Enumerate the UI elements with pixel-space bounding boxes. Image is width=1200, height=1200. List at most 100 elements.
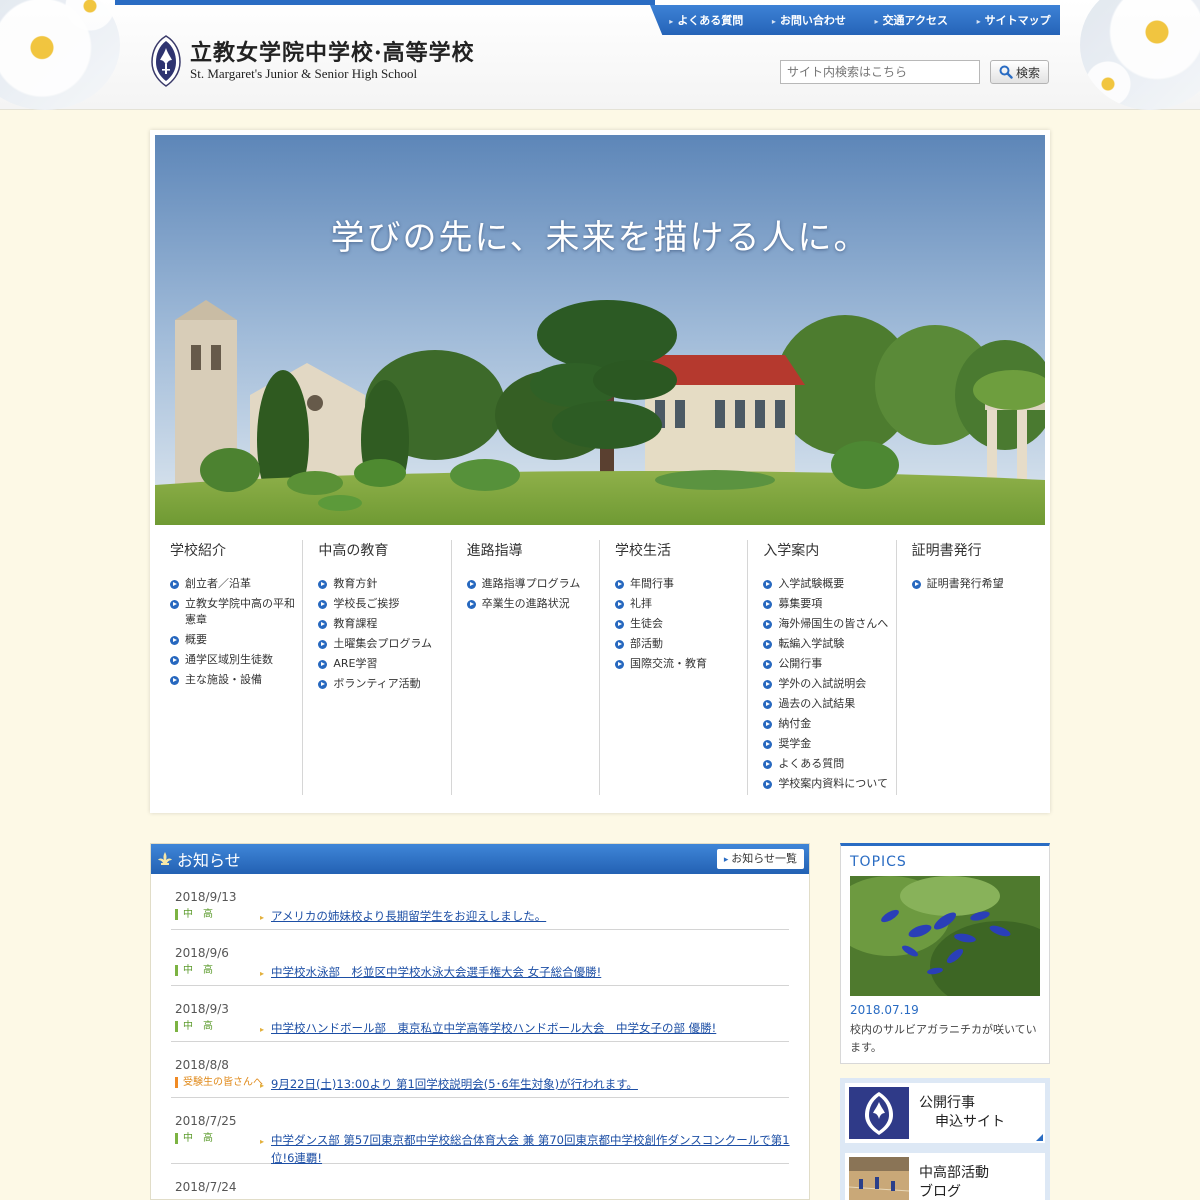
- daisy-decoration-left: [0, 0, 120, 110]
- nav-link[interactable]: ボランティア活動: [318, 676, 450, 692]
- school-crest-icon: [849, 1087, 909, 1139]
- nav-column-heading[interactable]: 学校生活: [615, 540, 747, 560]
- nav-link[interactable]: 学校長ご挨拶: [318, 596, 450, 612]
- nav-link[interactable]: 卒業生の進路状況: [466, 596, 599, 612]
- nav-link[interactable]: 学外の入試説明会: [763, 676, 895, 692]
- util-link-sitemap[interactable]: サイトマップ: [967, 12, 1051, 28]
- news-title: お知らせ: [177, 851, 241, 870]
- topics-date: 2018.07.19: [850, 1003, 919, 1017]
- news-date: 2018/7/24: [175, 1180, 237, 1194]
- news-category-tag: 中 高: [175, 909, 213, 920]
- util-link-faq[interactable]: よくある質問: [659, 12, 743, 28]
- nav-link-list: 年間行事礼拝生徒会部活動国際交流・教育: [614, 576, 747, 672]
- event-banner-line2: 申込サイト: [935, 1114, 1005, 1130]
- news-title-link[interactable]: アメリカの姉妹校より長期留学生をお迎えしました。: [271, 908, 791, 926]
- nav-link[interactable]: 概要: [170, 632, 302, 648]
- header-accent-line: [115, 0, 655, 5]
- club-blog-banner[interactable]: 中高部活動 ブログ: [840, 1148, 1050, 1200]
- nav-link[interactable]: 奨学金: [763, 736, 895, 752]
- news-list: 2018/9/13中 高アメリカの姉妹校より長期留学生をお迎えしました。2018…: [151, 874, 809, 1200]
- nav-column-heading[interactable]: 進路指導: [467, 540, 599, 560]
- news-date: 2018/9/13: [175, 890, 237, 904]
- nav-link[interactable]: 過去の入試結果: [763, 696, 895, 712]
- nav-link[interactable]: 進路指導プログラム: [466, 576, 599, 592]
- nav-link[interactable]: 学校案内資料について: [763, 776, 895, 792]
- nav-link[interactable]: 国際交流・教育: [614, 656, 747, 672]
- topics-caption[interactable]: 校内のサルビアガラニチカが咲いています。: [850, 1021, 1045, 1057]
- main-panel: 学びの先に、未来を描ける人に。 学校紹介創立者／沿革立教女学院中高の平和憲章概要…: [150, 130, 1050, 813]
- news-date: 2018/9/6: [175, 946, 229, 960]
- magnifier-icon: [999, 65, 1013, 79]
- blog-banner-line1: 中高部活動: [919, 1165, 989, 1181]
- nav-link[interactable]: 生徒会: [614, 616, 747, 632]
- news-item: 2018/9/6 中 高 中学校水泳部 杉並区中学校水泳大会選手権大会 女子総合優勝…: [171, 930, 789, 986]
- nav-link-list: 教育方針学校長ご挨拶 教育課程土曜集会プログラム ARE学習ボランティア活動: [318, 576, 450, 692]
- nav-link-list: 創立者／沿革立教女学院中高の平和憲章概要通学区域別生徒数 主な施設・設備: [170, 576, 302, 688]
- news-panel: お知らせ お知らせ一覧 2018/9/13 中 高 アメリカの姉妹校より長期留学生を…: [150, 843, 810, 1200]
- hero-tagline: 学びの先に、未来を描ける人に。: [330, 218, 870, 258]
- school-logo[interactable]: 立教女学院中学校·高等学校 St. Margaret's Junior & Se…: [150, 34, 475, 88]
- corner-arrow-icon: [1036, 1134, 1043, 1141]
- utility-nav: よくある質問 お問い合わせ 交通アクセス サイトマップ: [650, 5, 1060, 35]
- nav-link[interactable]: 土曜集会プログラム: [318, 636, 450, 652]
- nav-link[interactable]: 納付金: [763, 716, 895, 732]
- logo-english-name: St. Margaret's Junior & Senior High Scho…: [190, 66, 418, 81]
- main-nav-menu: 学校紹介 創立者／沿革 立教女学院中高の平和憲章 概要 通学区域別生徒数 主な施設・設備中…: [155, 540, 1045, 795]
- nav-link[interactable]: よくある質問: [763, 756, 895, 772]
- news-title-link[interactable]: 中学校水泳部 杉並区中学校水泳大会選手権大会 女子総合優勝!: [271, 964, 791, 982]
- nav-link[interactable]: 海外帰国生の皆さんへ: [763, 616, 895, 632]
- news-category-tag: 受験生の皆さんへ: [175, 1077, 263, 1088]
- nav-link[interactable]: 年間行事: [614, 576, 747, 592]
- nav-column: 学校生活年間行事礼拝生徒会部活動国際交流・教育: [600, 540, 749, 795]
- news-category-tag: 中 高: [175, 1133, 213, 1144]
- news-category-tag: 中 高: [175, 1021, 213, 1032]
- nav-link[interactable]: 入学試験概要: [763, 576, 895, 592]
- school-crest-icon: [151, 35, 181, 87]
- nav-link[interactable]: 教育方針: [318, 576, 450, 592]
- nav-link[interactable]: 通学区域別生徒数: [170, 652, 302, 668]
- nav-link-list: 入学試験概要 募集要項海外帰国生の皆さんへ 転編入学試験 公開行事学外の入試説明会 過去…: [763, 576, 895, 792]
- nav-link[interactable]: 礼拝: [614, 596, 747, 612]
- search-button[interactable]: 検索: [990, 60, 1049, 84]
- nav-column: 中高の教育教育方針学校長ご挨拶 教育課程土曜集会プログラム ARE学習ボランティア活…: [303, 540, 452, 795]
- nav-column-heading[interactable]: 学校紹介: [170, 540, 302, 560]
- nav-column-heading[interactable]: 入学案内: [763, 540, 895, 560]
- topics-box: TOPICS 2018.07.19 校内のサルビアガラニチカが咲いています。: [840, 843, 1050, 1064]
- nav-link[interactable]: 募集要項: [763, 596, 895, 612]
- news-title-link[interactable]: 中学ダンス部 第57回東京都中学校総合体育大会 兼 第70回東京都中学校創作ダン…: [271, 1132, 791, 1167]
- site-search-input[interactable]: [780, 60, 980, 84]
- nav-column: 証明書発行証明書発行希望: [897, 540, 1045, 795]
- nav-column-heading[interactable]: 証明書発行: [912, 540, 1045, 560]
- news-date: 2018/8/8: [175, 1058, 229, 1072]
- fleur-de-lis-icon: [158, 852, 172, 865]
- util-link-access[interactable]: 交通アクセス: [865, 12, 948, 28]
- nav-link[interactable]: 公開行事: [763, 656, 895, 672]
- nav-link-list: 進路指導プログラム 卒業生の進路状況: [466, 576, 599, 612]
- nav-link[interactable]: 立教女学院中高の平和憲章: [170, 596, 302, 628]
- news-list-link[interactable]: お知らせ一覧: [716, 849, 804, 869]
- news-title-link[interactable]: 9月22日(土)13:00より 第1回学校説明会(5･6年生対象)が行われます。: [271, 1076, 791, 1094]
- news-item: 2018/7/25 中 高 中学ダンス部 第57回東京都中学校総合体育大会 兼 第7…: [171, 1098, 791, 1167]
- salvia-flower-photo[interactable]: [850, 876, 1040, 996]
- blog-banner-line2: ブログ: [919, 1184, 961, 1200]
- nav-link[interactable]: 部活動: [614, 636, 747, 652]
- nav-link[interactable]: 主な施設・設備: [170, 672, 302, 688]
- util-link-contact[interactable]: お問い合わせ: [762, 12, 846, 28]
- news-item: 2018/9/13 中 高 アメリカの姉妹校より長期留学生をお迎えしました。: [171, 874, 789, 930]
- search-button-label: 検索: [1015, 65, 1040, 80]
- nav-link[interactable]: 教育課程: [318, 616, 450, 632]
- nav-link[interactable]: 創立者／沿革: [170, 576, 302, 592]
- topics-title: TOPICS: [850, 854, 907, 870]
- nav-link[interactable]: 証明書発行希望: [911, 576, 1045, 592]
- news-item: 2018/9/3 中 高 中学校ハンドボール部 東京私立中学高等学校ハンドボール大会…: [171, 986, 789, 1042]
- news-date: 2018/9/3: [175, 1002, 229, 1016]
- event-application-banner[interactable]: 公開行事 申込サイト: [840, 1078, 1050, 1148]
- nav-column: 学校紹介創立者／沿革立教女学院中高の平和憲章概要通学区域別生徒数 主な施設・設備: [155, 540, 304, 795]
- nav-link[interactable]: 転編入学試験: [763, 636, 895, 652]
- nav-column-heading[interactable]: 中高の教育: [318, 540, 450, 560]
- news-title-link[interactable]: 中学校ハンドボール部 東京私立中学高等学校ハンドボール大会 中学女子の部 優勝!: [271, 1020, 791, 1038]
- news-date: 2018/7/25: [175, 1114, 237, 1128]
- campus-photo: [155, 135, 1045, 525]
- nav-link[interactable]: ARE学習: [318, 656, 450, 672]
- event-banner-line1: 公開行事: [919, 1095, 975, 1111]
